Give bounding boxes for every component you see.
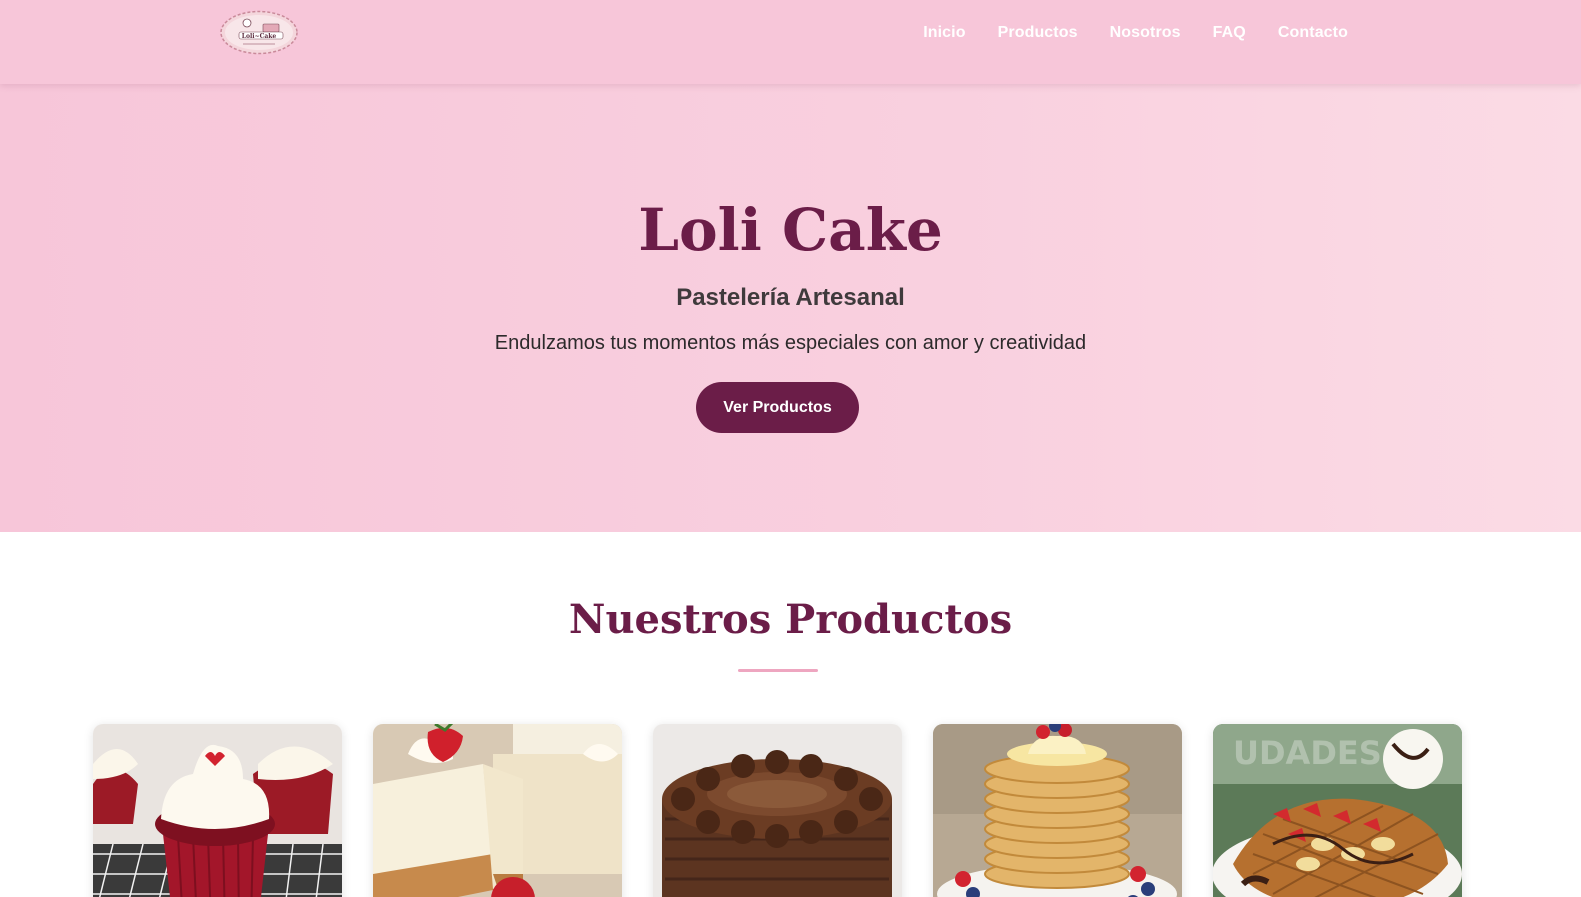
main-nav: Inicio Productos Nosotros FAQ Contacto <box>923 24 1348 42</box>
nav-link-contacto[interactable]: Contacto <box>1278 24 1348 42</box>
hero-section: Loli Cake Pastelería Artesanal Endulzamo… <box>0 84 1581 532</box>
product-cards: UDADES <box>93 724 1462 897</box>
svg-text:UDADES: UDADES <box>1233 734 1382 772</box>
hero-tagline: Endulzamos tus momentos más especiales c… <box>494 332 1087 354</box>
nav-link-productos[interactable]: Productos <box>998 24 1078 42</box>
product-card[interactable] <box>933 724 1182 897</box>
navbar: Loli~Cake Inicio Productos Nosotros FAQ … <box>0 0 1581 84</box>
nav-link-nosotros[interactable]: Nosotros <box>1110 24 1181 42</box>
nav-link-inicio[interactable]: Inicio <box>923 24 965 42</box>
waffle-image: UDADES <box>1213 724 1462 897</box>
pancakes-image <box>933 724 1182 897</box>
svg-text:Loli~Cake: Loli~Cake <box>242 33 277 40</box>
products-section: Nuestros Productos UDADES <box>0 532 1581 897</box>
cheesecake-image <box>373 724 622 897</box>
section-title: Nuestros Productos <box>568 596 1013 643</box>
hero-subtitle: Pastelería Artesanal <box>676 284 905 311</box>
product-card[interactable]: UDADES <box>1213 724 1462 897</box>
product-card[interactable] <box>373 724 622 897</box>
nav-link-faq[interactable]: FAQ <box>1213 24 1246 42</box>
hero-title: Loli Cake <box>638 196 943 264</box>
section-divider <box>738 669 818 672</box>
ver-productos-button[interactable]: Ver Productos <box>696 382 859 433</box>
red-velvet-cupcake-image <box>93 724 342 897</box>
product-card[interactable] <box>93 724 342 897</box>
product-card[interactable] <box>653 724 902 897</box>
logo[interactable]: Loli~Cake <box>219 10 299 55</box>
chocolate-cake-image <box>653 724 902 897</box>
